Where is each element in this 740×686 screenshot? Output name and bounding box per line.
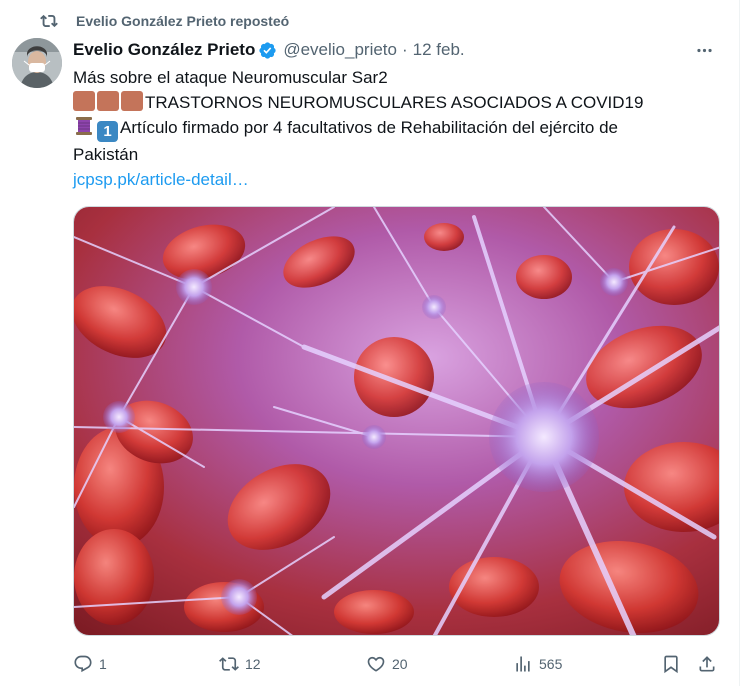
repost-count: 12 <box>245 656 261 672</box>
repost-icon <box>40 12 58 30</box>
tweet-line-4: Pakistán <box>73 145 139 164</box>
tweet-line-2-text: TRASTORNOS NEUROMUSCULARES ASOCIADOS A C… <box>145 93 644 112</box>
article-link[interactable]: jcpsp.pk/article-detail… <box>73 167 713 192</box>
thread-spool-icon <box>73 115 95 137</box>
share-icon <box>697 654 717 674</box>
brown-square-icon <box>73 91 95 111</box>
repost-button[interactable]: 12 <box>219 654 261 674</box>
like-count: 20 <box>392 656 408 672</box>
separator-dot: · <box>401 40 408 59</box>
tweet-content: Evelio González Prieto @evelio_prieto · … <box>73 38 719 192</box>
like-button[interactable]: 20 <box>366 654 408 674</box>
brown-square-icon <box>97 91 119 111</box>
views-icon <box>513 654 533 674</box>
verified-badge-icon[interactable] <box>258 41 277 60</box>
share-button[interactable] <box>697 654 723 674</box>
reply-icon <box>73 654 93 674</box>
views-count: 565 <box>539 656 563 672</box>
author-handle[interactable]: @evelio_prieto <box>283 40 397 60</box>
tweet-line-2: TRASTORNOS NEUROMUSCULARES ASOCIADOS A C… <box>73 90 713 115</box>
tweet-line-1: Más sobre el ataque Neuromuscular Sar2 <box>73 68 388 87</box>
keycap-one-icon: 1 <box>97 121 118 142</box>
reply-count: 1 <box>99 656 107 672</box>
tweet-date[interactable]: 12 feb. <box>413 40 465 60</box>
views-button[interactable]: 565 <box>513 654 562 674</box>
neurons-image <box>74 207 719 635</box>
tweet-line-3: 1 Artículo firmado por 4 facultativos de … <box>73 115 713 142</box>
repost-text[interactable]: Evelio González Prieto reposteó <box>76 13 289 29</box>
tweet-text: Más sobre el ataque Neuromuscular Sar2 T… <box>73 65 713 192</box>
bookmark-button[interactable] <box>661 654 687 674</box>
repost-indicator: Evelio González Prieto reposteó <box>40 10 289 32</box>
tweet-card[interactable]: Evelio González Prieto reposteó Evelio G… <box>0 0 740 686</box>
more-options-icon[interactable] <box>689 38 719 62</box>
repost-icon <box>219 654 239 674</box>
tweet-line-3-text: Artículo firmado por 4 facultativos de R… <box>120 118 618 137</box>
tweet-header: Evelio González Prieto @evelio_prieto · … <box>73 38 719 62</box>
bookmark-icon <box>661 654 681 674</box>
tweet-image[interactable] <box>73 206 720 636</box>
brown-square-icon <box>121 91 143 111</box>
tweet-actions: 1 12 20 565 <box>73 650 720 678</box>
reply-button[interactable]: 1 <box>73 654 107 674</box>
heart-icon <box>366 654 386 674</box>
author-name[interactable]: Evelio González Prieto <box>73 40 255 60</box>
avatar[interactable] <box>12 38 62 88</box>
